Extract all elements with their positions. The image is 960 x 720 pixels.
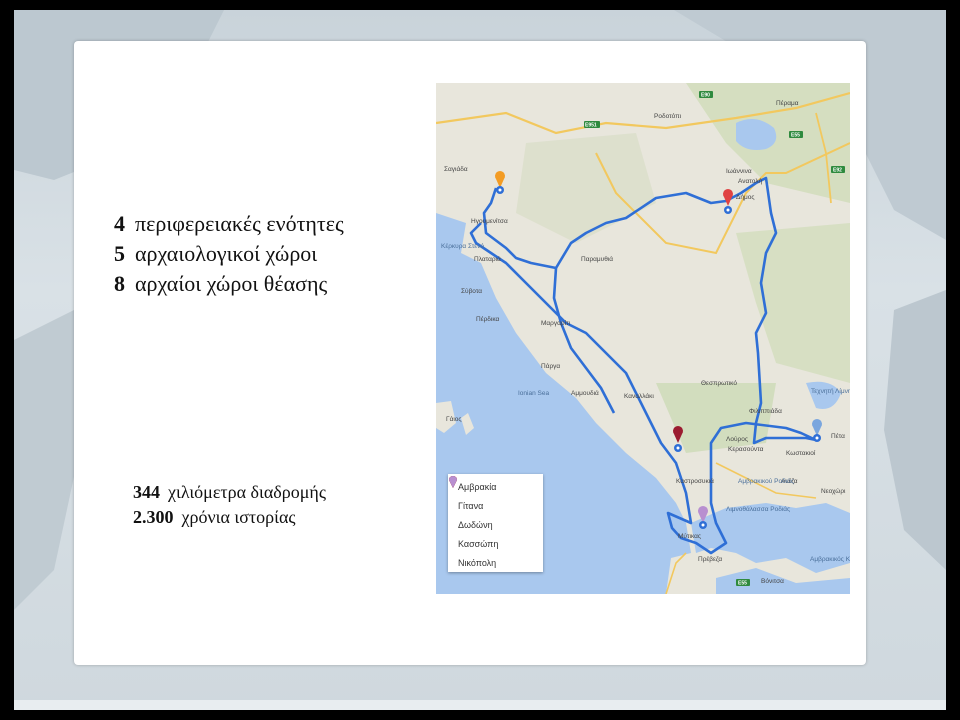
map-label: Ανατολή bbox=[738, 178, 762, 185]
map-label: Πέτα bbox=[831, 432, 845, 440]
stat-label: αρχαιολογικοί χώροι bbox=[135, 241, 318, 266]
route-stat-label: χρόνια ιστορίας bbox=[181, 507, 296, 527]
legend-item[interactable]: Γίτανα bbox=[448, 476, 543, 515]
map-label: Κωστακιοί bbox=[786, 449, 816, 457]
stat-row: 8 αρχαίοι χώροι θέασης bbox=[114, 269, 344, 299]
pin-icon bbox=[449, 476, 457, 488]
route-stats: 344 χιλιόμετρα διαδρομής 2.300 χρόνια ιστο… bbox=[133, 480, 326, 530]
map-label: Φιλιππιάδα bbox=[749, 407, 782, 415]
stat-row: 4 περιφερειακές ενότητες bbox=[114, 209, 344, 239]
svg-text:E951: E951 bbox=[585, 123, 597, 129]
map-label: Μύτικας bbox=[678, 532, 701, 540]
map-label: Βόνιτσα bbox=[761, 577, 784, 585]
stat-label: αρχαίοι χώροι θέασης bbox=[135, 271, 328, 296]
map-label: Αμβρακικού Ροδιάς bbox=[738, 477, 794, 485]
map-label: Κέρκυρα Στενό bbox=[441, 242, 484, 250]
route-stat-number: 344 bbox=[133, 482, 160, 502]
map-label: Αμμουδιά bbox=[571, 389, 599, 397]
map-label: Ηγουμενίτσα bbox=[471, 217, 508, 225]
map-label: Λιμνοθάλασσα Ροδιάς bbox=[726, 505, 790, 513]
map-label: Πάργα bbox=[541, 362, 560, 370]
map-label: Σαγιάδα bbox=[444, 165, 468, 173]
svg-text:E55: E55 bbox=[791, 133, 800, 139]
legend-item[interactable]: Δωδώνη bbox=[448, 476, 543, 534]
map-label: Γάιος bbox=[446, 415, 462, 423]
legend-label: Γίτανα bbox=[458, 500, 484, 511]
map-label: Ροδοτόπι bbox=[654, 112, 682, 120]
legend-label: Κασσώπη bbox=[458, 538, 499, 549]
map-label: Πρέβεζα bbox=[698, 555, 722, 563]
stats-list: 4 περιφερειακές ενότητες 5 αρχαιολογικοί χ… bbox=[114, 209, 344, 299]
stat-label: περιφερειακές ενότητες bbox=[135, 211, 344, 236]
stat-row: 5 αρχαιολογικοί χώροι bbox=[114, 239, 344, 269]
route-stat-row: 2.300 χρόνια ιστορίας bbox=[133, 505, 326, 530]
route-stat-row: 344 χιλιόμετρα διαδρομής bbox=[133, 480, 326, 505]
map-label: Πέραμα bbox=[776, 99, 799, 107]
map-label: Θεσπρωτικό bbox=[701, 379, 737, 387]
map-label: Ιωάννινα bbox=[726, 167, 752, 175]
map-label: Λούρος bbox=[726, 435, 748, 443]
map-label: Καναλλάκι bbox=[624, 392, 654, 400]
map-label: Πλαταριά bbox=[474, 255, 501, 263]
map-label: Μαργαρίτι bbox=[541, 319, 571, 327]
stat-number: 5 bbox=[114, 241, 125, 266]
svg-text:E55: E55 bbox=[738, 581, 747, 587]
legend-item[interactable]: Νικόπολη bbox=[448, 476, 543, 572]
map-label: Κερασούντα bbox=[728, 445, 764, 453]
legend-label: Νικόπολη bbox=[458, 557, 497, 568]
map-label: Καστροσυκιά bbox=[676, 477, 714, 485]
stat-number: 8 bbox=[114, 271, 125, 296]
map-label: Δήμος bbox=[736, 194, 754, 201]
map-label: Τεχνητή Λίμνη bbox=[811, 387, 850, 395]
legend-label: Αμβρακία bbox=[458, 481, 497, 492]
svg-text:E90: E90 bbox=[701, 93, 710, 99]
svg-text:E92: E92 bbox=[833, 168, 842, 174]
stat-number: 4 bbox=[114, 211, 125, 236]
legend-item[interactable]: Κασσώπη bbox=[448, 476, 543, 553]
legend-label: Δωδώνη bbox=[458, 519, 493, 530]
map-label: Αμβρακικός Κόλπος bbox=[810, 555, 850, 563]
map-legend: Αμβρακία Γίτανα Δωδώνη Κασσώπη Νικόπολη bbox=[448, 474, 543, 572]
route-map[interactable]: E90 E951 E55 E92 E55 Ροδοτόπι Πέραμα Ιωά… bbox=[436, 83, 850, 594]
map-label: Σύβοτα bbox=[461, 287, 482, 295]
route-stat-label: χιλιόμετρα διαδρομής bbox=[168, 482, 326, 502]
map-label: Παραμυθιά bbox=[581, 255, 613, 263]
map-label: Πέρδικα bbox=[476, 315, 500, 323]
map-label: Ionian Sea bbox=[518, 390, 549, 397]
legend-item[interactable]: Αμβρακία bbox=[448, 476, 543, 496]
map-label: Νεοχώρι bbox=[821, 487, 846, 495]
route-stat-number: 2.300 bbox=[133, 507, 174, 527]
bottom-bar bbox=[14, 700, 946, 710]
